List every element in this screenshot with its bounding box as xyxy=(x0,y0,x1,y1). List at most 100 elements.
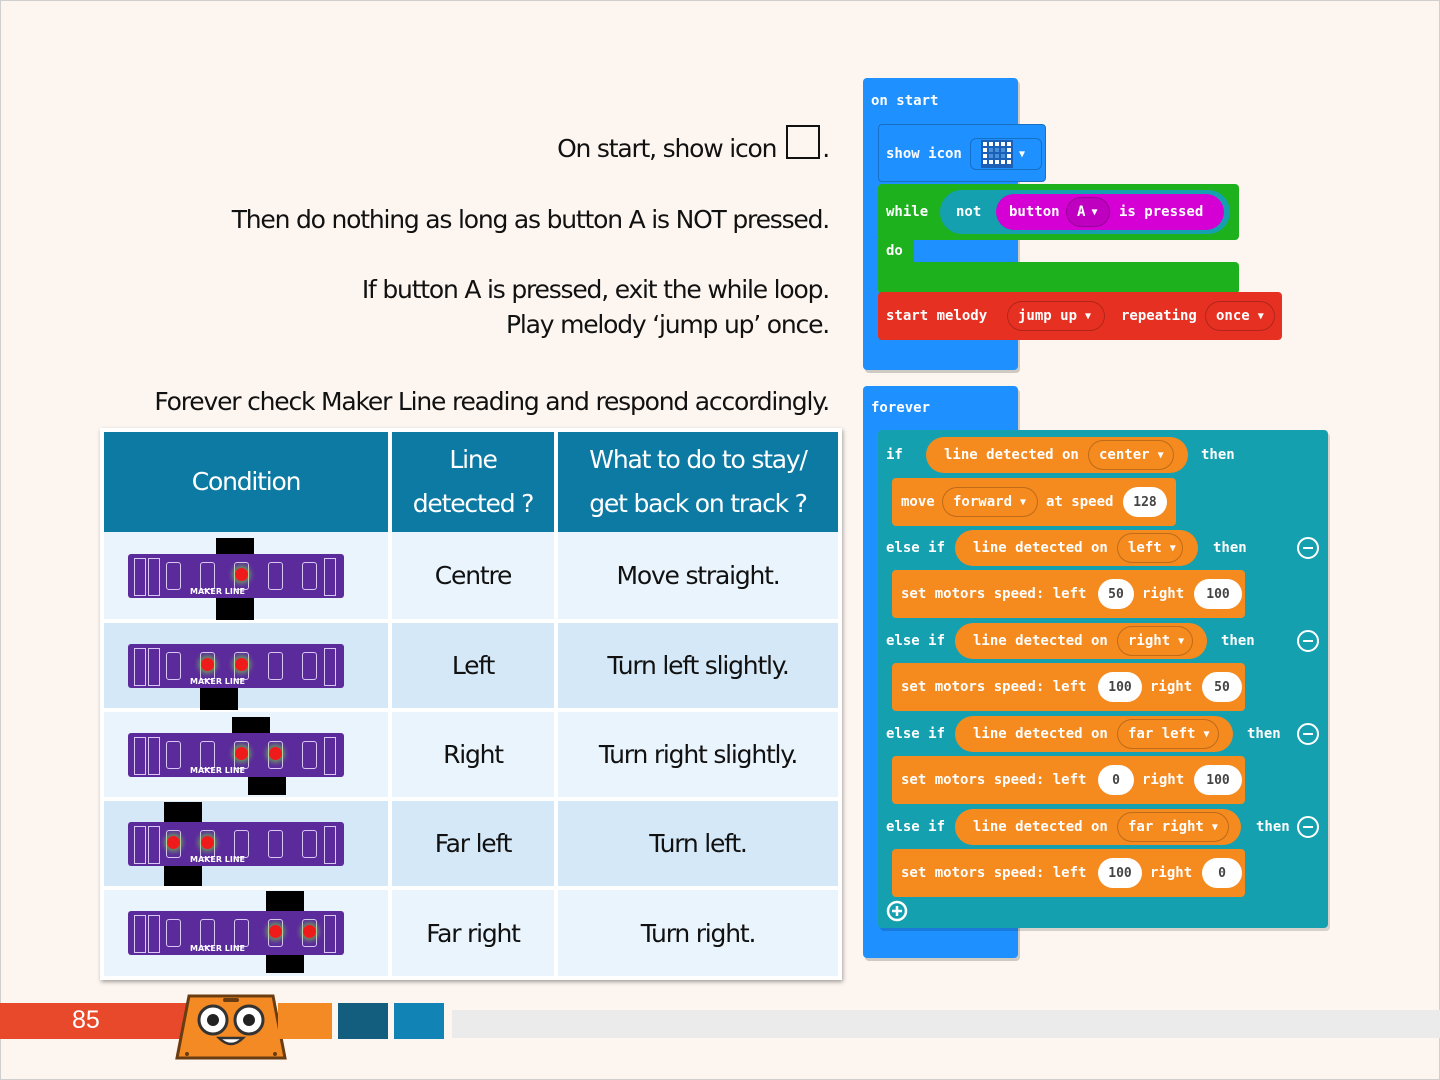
condition-cell: MAKER LINE xyxy=(104,890,388,976)
chevron-down-icon: ▼ xyxy=(1157,449,1164,461)
pcb-label: MAKER LINE xyxy=(190,944,245,953)
remove-branch-icon[interactable] xyxy=(1297,537,1319,559)
line-detected-label: line detected on xyxy=(973,726,1108,742)
right-speed-input[interactable]: 0 xyxy=(1202,858,1242,888)
remove-branch-icon[interactable] xyxy=(1297,630,1319,652)
instruction-period: . xyxy=(822,134,830,163)
pcb-side-label xyxy=(148,736,160,775)
instruction-while: Then do nothing as long as button A is N… xyxy=(231,205,830,234)
position-dropdown[interactable]: far right ▼ xyxy=(1117,812,1229,842)
condition-cell: MAKER LINE xyxy=(104,801,388,886)
sensor-pad xyxy=(166,651,181,680)
header-line-detected: Line detected ? xyxy=(392,432,554,532)
black-line-marker xyxy=(216,597,254,620)
pcb-side-label xyxy=(324,915,336,953)
sensor-pad xyxy=(234,919,249,947)
led-on-indicator xyxy=(201,835,214,849)
line-detected-label: line detected on xyxy=(973,540,1108,556)
pcb-side-label xyxy=(134,647,146,686)
action-cell: Turn left slightly. xyxy=(558,623,838,708)
set-motors-label: set motors speed: left xyxy=(901,865,1087,881)
set-motors-label: set motors speed: left xyxy=(901,586,1087,602)
chevron-down-icon: ▼ xyxy=(1019,148,1026,160)
icon-dropdown[interactable]: ▼ xyxy=(970,138,1042,170)
chevron-down-icon: ▼ xyxy=(1203,728,1210,740)
position-value: right xyxy=(1128,633,1171,649)
show-icon-label: show icon xyxy=(886,146,962,162)
right-label: right xyxy=(1142,586,1185,602)
pcb-side-label xyxy=(134,736,146,775)
direction-dropdown[interactable]: forward ▼ xyxy=(942,487,1038,517)
chevron-down-icon: ▼ xyxy=(1020,496,1027,508)
empty-square-icon xyxy=(786,125,821,159)
maker-line-sensor-image: MAKER LINE xyxy=(128,716,344,795)
sensor-pad xyxy=(302,740,317,769)
then-keyword: then xyxy=(1201,447,1235,463)
not-label: not xyxy=(956,204,982,220)
right-speed-input[interactable]: 50 xyxy=(1202,672,1242,702)
led-on-indicator xyxy=(235,567,248,581)
action-cell: Turn right. xyxy=(558,890,838,976)
left-speed-input[interactable]: 50 xyxy=(1098,579,1134,609)
pcb-side-label xyxy=(324,647,336,686)
left-speed-input[interactable]: 100 xyxy=(1098,672,1142,702)
black-line-marker xyxy=(266,955,304,973)
remove-branch-icon[interactable] xyxy=(1297,723,1319,745)
instruction-text: On start, show icon xyxy=(557,134,777,163)
sensor-pad xyxy=(268,651,283,680)
sensor-pad xyxy=(268,829,283,858)
maker-line-sensor-image: MAKER LINE xyxy=(128,891,344,973)
condition-cell: MAKER LINE xyxy=(104,712,388,797)
then-keyword: then xyxy=(1256,819,1290,835)
position-dropdown[interactable]: right ▼ xyxy=(1117,626,1193,656)
button-dropdown[interactable]: A ▼ xyxy=(1066,197,1110,227)
speed-input[interactable]: 128 xyxy=(1123,487,1167,517)
repeat-dropdown[interactable]: once ▼ xyxy=(1205,301,1275,331)
led-grid-icon xyxy=(981,140,1013,168)
while-label: while xyxy=(886,204,929,220)
action-cell: Turn left. xyxy=(558,801,838,886)
position-value: center xyxy=(1099,447,1150,463)
pcb-side-label xyxy=(324,736,336,775)
then-keyword: then xyxy=(1221,633,1255,649)
led-on-indicator xyxy=(235,746,248,760)
pcb-side-label xyxy=(148,557,160,596)
sensor-pad xyxy=(166,740,181,769)
melody-dropdown[interactable]: jump up ▼ xyxy=(1007,301,1105,331)
condition-cell: MAKER LINE xyxy=(104,623,388,710)
pcb-side-label xyxy=(134,557,146,596)
right-speed-input[interactable]: 100 xyxy=(1194,579,1242,609)
if-keyword: else if xyxy=(886,819,946,835)
led-on-indicator xyxy=(269,746,282,760)
right-label: right xyxy=(1150,865,1193,881)
instruction-exit-loop: If button A is pressed, exit the while l… xyxy=(361,275,830,304)
position-value: far left xyxy=(1128,726,1196,742)
line-detected-label: line detected on xyxy=(944,447,1079,463)
remove-branch-icon[interactable] xyxy=(1297,816,1319,838)
add-branch-icon[interactable] xyxy=(886,900,908,922)
position-value: left xyxy=(1128,540,1162,556)
line-detected-cell: Right xyxy=(392,712,554,797)
position-dropdown[interactable]: far left ▼ xyxy=(1117,719,1219,749)
sensor-pad xyxy=(302,651,317,680)
pcb-side-label xyxy=(148,825,160,864)
left-speed-input[interactable]: 100 xyxy=(1098,858,1142,888)
black-line-marker xyxy=(232,716,270,733)
then-keyword: then xyxy=(1213,540,1247,556)
pcb-label: MAKER LINE xyxy=(190,854,245,864)
right-speed-input[interactable]: 100 xyxy=(1194,765,1242,795)
maker-line-sensor-image: MAKER LINE xyxy=(128,801,344,886)
position-dropdown[interactable]: center ▼ xyxy=(1088,440,1174,470)
left-speed-input[interactable]: 0 xyxy=(1098,765,1134,795)
maker-line-sensor-image: MAKER LINE xyxy=(128,643,344,710)
chevron-down-icon: ▼ xyxy=(1257,310,1264,322)
position-dropdown[interactable]: left ▼ xyxy=(1117,533,1183,563)
chevron-down-icon: ▼ xyxy=(1178,635,1185,647)
condition-cell: MAKER LINE xyxy=(104,532,388,620)
sensor-pad xyxy=(200,740,215,769)
line-detected-cell: Far right xyxy=(392,890,554,976)
led-on-indicator xyxy=(303,925,316,938)
set-motors-label: set motors speed: left xyxy=(901,679,1087,695)
right-label: right xyxy=(1142,772,1185,788)
chevron-down-icon: ▼ xyxy=(1085,310,1092,322)
